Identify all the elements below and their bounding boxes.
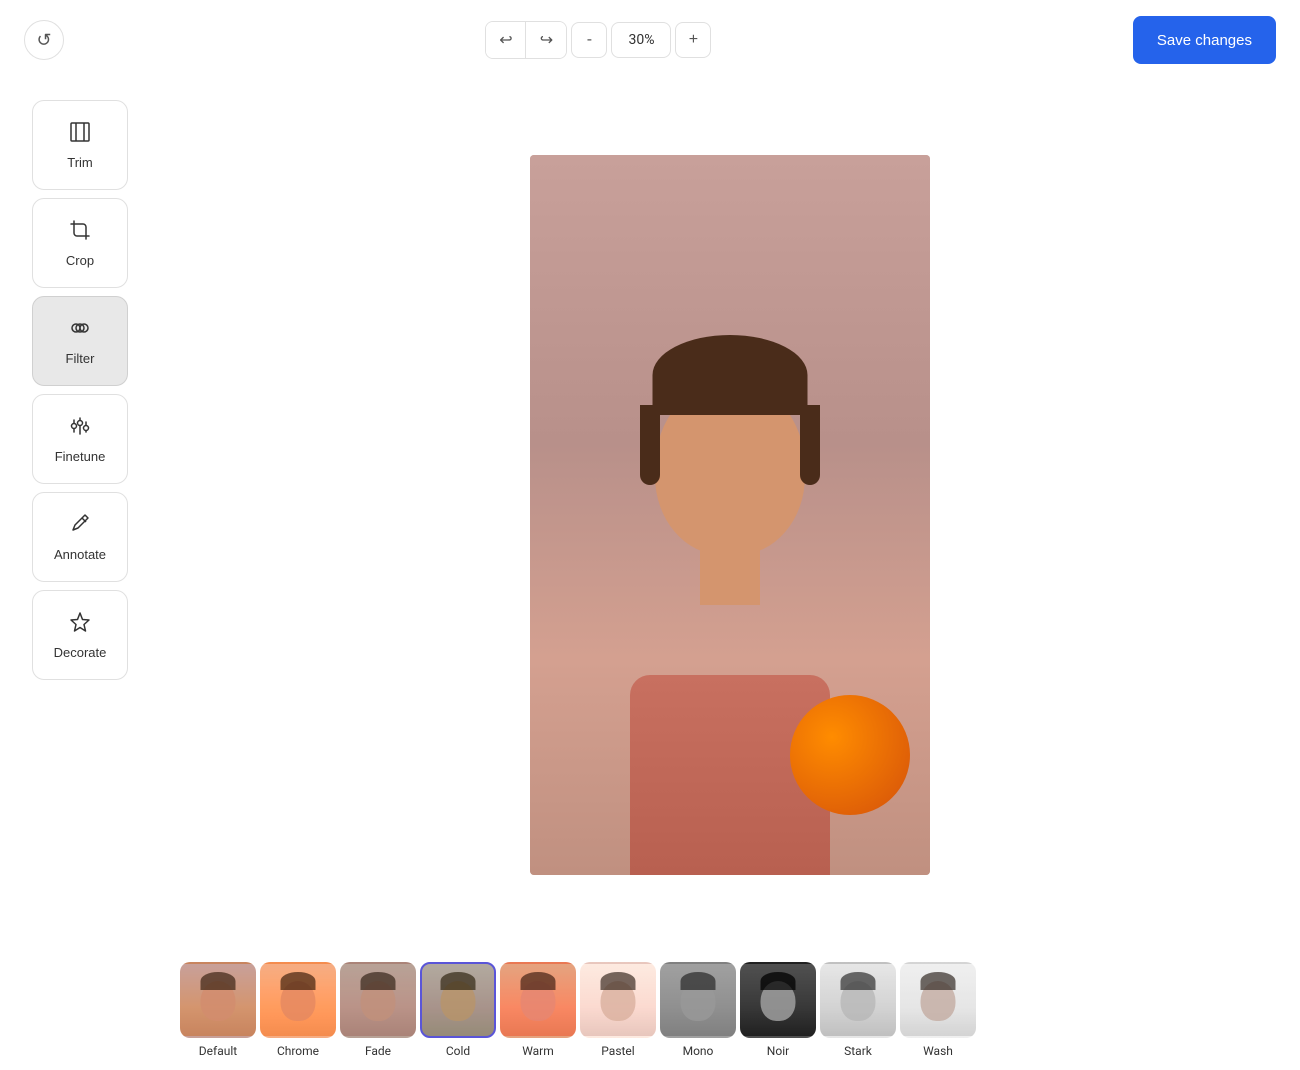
filter-item-mono[interactable]: Mono — [660, 962, 736, 1058]
mini-face-chrome — [262, 964, 334, 1036]
filter-item-warm[interactable]: Warm — [500, 962, 576, 1058]
crop-label: Crop — [66, 253, 94, 268]
filter-label-fade: Fade — [365, 1044, 391, 1058]
decorate-label: Decorate — [54, 645, 107, 660]
filter-label-stark: Stark — [844, 1044, 872, 1058]
undo-redo-group: ↩ ↪ — [485, 21, 567, 59]
filter-item-default[interactable]: Default — [180, 962, 256, 1058]
sidebar-item-trim[interactable]: Trim — [32, 100, 128, 190]
finetune-icon — [69, 415, 91, 443]
zoom-value: 30% — [611, 22, 671, 58]
header: ↺ ↩ ↪ - 30% + Save changes — [0, 0, 1300, 80]
save-changes-button[interactable]: Save changes — [1133, 16, 1276, 64]
mini-face-default — [182, 964, 254, 1036]
redo-button[interactable]: ↪ — [526, 22, 566, 58]
filter-icon — [69, 317, 91, 345]
filter-thumb-stark — [820, 962, 896, 1038]
mini-face-stark — [822, 964, 894, 1036]
sidebar-item-crop[interactable]: Crop — [32, 198, 128, 288]
filter-label-noir: Noir — [767, 1044, 789, 1058]
orange-fruit — [790, 695, 910, 815]
filter-label-wash: Wash — [923, 1044, 953, 1058]
undo-button[interactable]: ↩ — [486, 22, 526, 58]
filter-thumb-warm — [500, 962, 576, 1038]
mini-face-cold — [422, 964, 494, 1036]
filter-item-stark[interactable]: Stark — [820, 962, 896, 1058]
header-left: ↺ — [24, 20, 64, 60]
filter-thumb-default — [180, 962, 256, 1038]
decorate-icon — [69, 611, 91, 639]
zoom-in-button[interactable]: + — [675, 22, 711, 58]
person-hair-right — [800, 405, 820, 485]
header-center: ↩ ↪ - 30% + — [485, 21, 711, 59]
finetune-label: Finetune — [55, 449, 106, 464]
filter-thumb-mono — [660, 962, 736, 1038]
filter-thumb-noir — [740, 962, 816, 1038]
filter-item-noir[interactable]: Noir — [740, 962, 816, 1058]
sidebar: Trim Crop Filter — [0, 80, 160, 1070]
mini-face-warm — [502, 964, 574, 1036]
filter-label-chrome: Chrome — [277, 1044, 319, 1058]
filter-item-wash[interactable]: Wash — [900, 962, 976, 1058]
annotate-icon — [69, 513, 91, 541]
filter-label-cold: Cold — [446, 1044, 470, 1058]
crop-icon — [69, 219, 91, 247]
mini-face-wash — [902, 964, 974, 1036]
filter-strip: Default Chrome Fade Cold Warm Pastel — [160, 950, 1300, 1070]
trim-label: Trim — [67, 155, 93, 170]
person-hair-left — [640, 405, 660, 485]
filter-label-warm: Warm — [522, 1044, 554, 1058]
filter-label-default: Default — [199, 1044, 237, 1058]
photo-background — [530, 155, 930, 875]
filter-label: Filter — [66, 351, 95, 366]
filter-thumb-chrome — [260, 962, 336, 1038]
history-button[interactable]: ↺ — [24, 20, 64, 60]
zoom-out-button[interactable]: - — [571, 22, 607, 58]
filter-thumb-pastel — [580, 962, 656, 1038]
filter-label-pastel: Pastel — [601, 1044, 634, 1058]
filter-thumb-fade — [340, 962, 416, 1038]
sidebar-item-filter[interactable]: Filter — [32, 296, 128, 386]
filter-item-fade[interactable]: Fade — [340, 962, 416, 1058]
annotate-label: Annotate — [54, 547, 106, 562]
filter-item-pastel[interactable]: Pastel — [580, 962, 656, 1058]
filter-item-cold[interactable]: Cold — [420, 962, 496, 1058]
mini-face-mono — [662, 964, 734, 1036]
mini-face-pastel — [582, 964, 654, 1036]
sidebar-item-annotate[interactable]: Annotate — [32, 492, 128, 582]
photo-container — [530, 155, 930, 875]
mini-face-noir — [742, 964, 814, 1036]
filter-thumb-wash — [900, 962, 976, 1038]
person-hair — [653, 335, 808, 415]
filter-label-mono: Mono — [683, 1044, 714, 1058]
mini-face-fade — [342, 964, 414, 1036]
sidebar-item-finetune[interactable]: Finetune — [32, 394, 128, 484]
trim-icon — [69, 121, 91, 149]
canvas-area — [160, 80, 1300, 950]
filter-item-chrome[interactable]: Chrome — [260, 962, 336, 1058]
filter-thumb-cold — [420, 962, 496, 1038]
sidebar-item-decorate[interactable]: Decorate — [32, 590, 128, 680]
